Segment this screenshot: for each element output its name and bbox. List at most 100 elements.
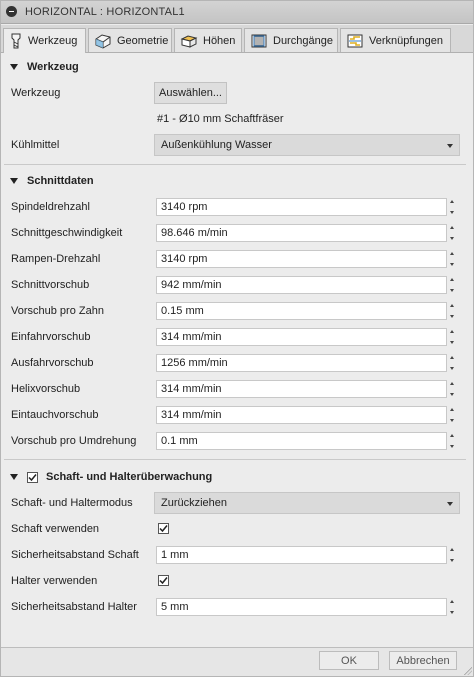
geometry-icon	[95, 33, 111, 49]
tab-bar: Werkzeug Geometrie Höhen Durchgänge Verk…	[0, 25, 474, 53]
tab-label: Werkzeug	[28, 35, 78, 47]
use-shaft-checkbox[interactable]	[158, 523, 169, 534]
group-title: Schnittdaten	[27, 175, 94, 187]
tab-label: Durchgänge	[273, 34, 333, 47]
spinner-arrows-icon[interactable]	[449, 251, 457, 267]
settings-panel: Werkzeug Werkzeug Auswählen... #1 - Ø10 …	[0, 53, 474, 647]
dialog-footer: OK Abbrechen	[0, 647, 474, 677]
field-label: Vorschub pro Umdrehung	[11, 435, 137, 447]
field-value: 1256 mm/min	[161, 357, 228, 369]
spinner-arrows-icon[interactable]	[449, 599, 457, 615]
feed-per-revolution-input[interactable]: 0.1 mm	[156, 432, 447, 450]
spinner-arrows-icon[interactable]	[449, 355, 457, 371]
field-label: Einfahrvorschub	[11, 331, 91, 343]
collapse-triangle-icon[interactable]	[10, 178, 18, 184]
group-header-werkzeug[interactable]: Werkzeug	[0, 56, 474, 78]
divider	[4, 164, 466, 165]
spinner-arrows-icon[interactable]	[449, 225, 457, 241]
field-value: 314 mm/min	[161, 383, 222, 395]
shaft-mode-label: Schaft- und Haltermodus	[11, 497, 133, 509]
tab-verknuepfungen[interactable]: Verknüpfungen	[340, 28, 451, 52]
collapse-icon[interactable]	[6, 6, 17, 17]
coolant-row: Kühlmittel Außenkühlung Wasser	[0, 134, 474, 156]
select-tool-button[interactable]: Auswählen...	[154, 82, 227, 104]
field-value: 3140 rpm	[161, 253, 208, 265]
tool-name: #1 - Ø10 mm Schaftfräser	[157, 113, 284, 125]
lead-in-feedrate-input[interactable]: 314 mm/min	[156, 328, 447, 346]
cancel-button[interactable]: Abbrechen	[389, 651, 457, 670]
linking-icon	[347, 34, 363, 47]
ramp-spindle-speed-input[interactable]: 3140 rpm	[156, 250, 447, 268]
field-label: Ausfahrvorschub	[11, 357, 94, 369]
tab-hoehen[interactable]: Höhen	[174, 28, 242, 52]
field-value: 0.1 mm	[161, 435, 198, 447]
spinner-arrows-icon[interactable]	[449, 381, 457, 397]
tool-label: Werkzeug	[11, 87, 61, 99]
field-row-vorschub-pro-zahn: Vorschub pro Zahn 0.15 mm	[0, 300, 474, 322]
collapse-triangle-icon[interactable]	[10, 64, 18, 70]
tab-label: Höhen	[203, 34, 236, 47]
spinner-arrows-icon[interactable]	[449, 303, 457, 319]
tool-icon	[11, 33, 21, 49]
collapse-triangle-icon[interactable]	[10, 474, 18, 480]
group-header-schnittdaten[interactable]: Schnittdaten	[0, 170, 474, 192]
coolant-dropdown[interactable]: Außenkühlung Wasser	[154, 134, 460, 156]
field-label: Schnittvorschub	[11, 279, 90, 291]
use-holder-row: Halter verwenden	[0, 570, 474, 592]
shaft-mode-row: Schaft- und Haltermodus Zurückziehen	[0, 492, 474, 514]
field-value: 5 mm	[161, 601, 189, 613]
group-title: Werkzeug	[27, 61, 79, 73]
coolant-label: Kühlmittel	[11, 139, 60, 151]
coolant-value: Außenkühlung Wasser	[161, 139, 272, 151]
spinner-arrows-icon[interactable]	[449, 407, 457, 423]
spinner-arrows-icon[interactable]	[449, 199, 457, 215]
field-value: 98.646 m/min	[161, 227, 228, 239]
spindle-speed-input[interactable]: 3140 rpm	[156, 198, 447, 216]
resize-grip-icon[interactable]	[464, 667, 472, 675]
holder-clearance-row: Sicherheitsabstand Halter 5 mm	[0, 596, 474, 618]
field-row-schnittgeschwindigkeit: Schnittgeschwindigkeit 98.646 m/min	[0, 222, 474, 244]
spinner-arrows-icon[interactable]	[449, 433, 457, 449]
check-icon	[159, 577, 168, 585]
field-row-eintauchvorschub: Eintauchvorschub 314 mm/min	[0, 404, 474, 426]
shaft-clearance-row: Sicherheitsabstand Schaft 1 mm	[0, 544, 474, 566]
shaft-clearance-label: Sicherheitsabstand Schaft	[11, 549, 139, 561]
field-label: Schnittgeschwindigkeit	[11, 227, 123, 239]
feed-per-tooth-input[interactable]: 0.15 mm	[156, 302, 447, 320]
shaft-clearance-input[interactable]: 1 mm	[156, 546, 447, 564]
ramp-feedrate-input[interactable]: 314 mm/min	[156, 380, 447, 398]
holder-clearance-input[interactable]: 5 mm	[156, 598, 447, 616]
check-icon	[159, 525, 168, 533]
cutting-speed-input[interactable]: 98.646 m/min	[156, 224, 447, 242]
field-value: 0.15 mm	[161, 305, 204, 317]
shaft-holder-checkbox[interactable]	[27, 471, 38, 483]
ok-button[interactable]: OK	[319, 651, 379, 670]
tab-durchgaenge[interactable]: Durchgänge	[244, 28, 338, 52]
tab-label: Geometrie	[117, 34, 169, 47]
divider	[4, 459, 466, 460]
field-value: 942 mm/min	[161, 279, 222, 291]
spinner-arrows-icon[interactable]	[449, 547, 457, 563]
field-row-einfahrvorschub: Einfahrvorschub 314 mm/min	[0, 326, 474, 348]
field-label: Spindeldrehzahl	[11, 201, 90, 213]
check-icon	[28, 473, 37, 481]
cutting-feedrate-input[interactable]: 942 mm/min	[156, 276, 447, 294]
plunge-feedrate-input[interactable]: 314 mm/min	[156, 406, 447, 424]
field-row-schnittvorschub: Schnittvorschub 942 mm/min	[0, 274, 474, 296]
spinner-arrows-icon[interactable]	[449, 277, 457, 293]
lead-out-feedrate-input[interactable]: 1256 mm/min	[156, 354, 447, 372]
use-holder-checkbox[interactable]	[158, 575, 169, 586]
spinner-arrows-icon[interactable]	[449, 329, 457, 345]
passes-icon	[251, 34, 267, 47]
field-row-helixvorschub: Helixvorschub 314 mm/min	[0, 378, 474, 400]
shaft-mode-dropdown[interactable]: Zurückziehen	[154, 492, 460, 514]
field-label: Eintauchvorschub	[11, 409, 99, 421]
tab-geometrie[interactable]: Geometrie	[88, 28, 172, 52]
shaft-mode-value: Zurückziehen	[161, 497, 228, 509]
field-row-rampen-drehzahl: Rampen-Drehzahl 3140 rpm	[0, 248, 474, 270]
window-title: HORIZONTAL : HORIZONTAL1	[25, 5, 185, 18]
tab-werkzeug[interactable]: Werkzeug	[3, 28, 86, 53]
field-row-vorschub-pro-umdrehung: Vorschub pro Umdrehung 0.1 mm	[0, 430, 474, 452]
group-header-schaft[interactable]: Schaft- und Halterüberwachung	[0, 466, 474, 488]
title-bar: HORIZONTAL : HORIZONTAL1	[0, 0, 474, 24]
